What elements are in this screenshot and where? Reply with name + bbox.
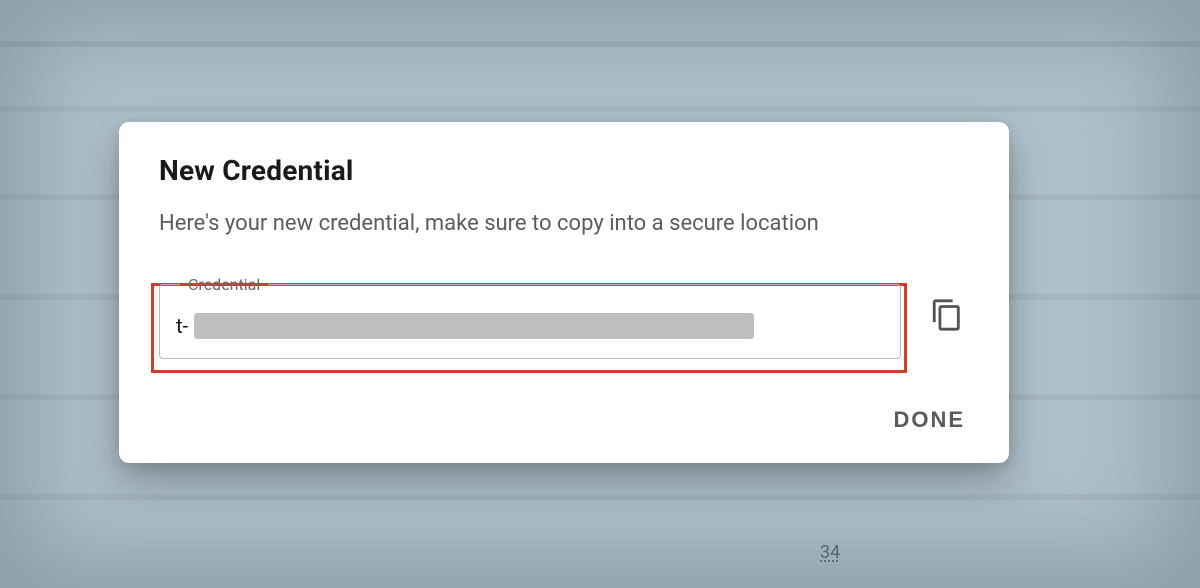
- new-credential-dialog: New Credential Here's your new credentia…: [119, 122, 1009, 463]
- dialog-actions: DONE: [159, 401, 969, 439]
- credential-field-label: Credential: [180, 275, 268, 294]
- credential-redacted: [194, 313, 754, 339]
- credential-value[interactable]: t-: [176, 312, 884, 340]
- background-number: 34: [820, 542, 840, 563]
- credential-field[interactable]: Credential t-: [159, 275, 901, 359]
- dialog-title: New Credential: [159, 154, 969, 187]
- done-button[interactable]: DONE: [889, 401, 969, 439]
- copy-icon: [930, 298, 964, 335]
- copy-button[interactable]: [925, 295, 969, 339]
- credential-prefix: t-: [176, 314, 188, 338]
- dialog-description: Here's your new credential, make sure to…: [159, 209, 969, 239]
- credential-field-wrap: Credential t-: [159, 275, 901, 359]
- credential-row: Credential t-: [159, 275, 969, 359]
